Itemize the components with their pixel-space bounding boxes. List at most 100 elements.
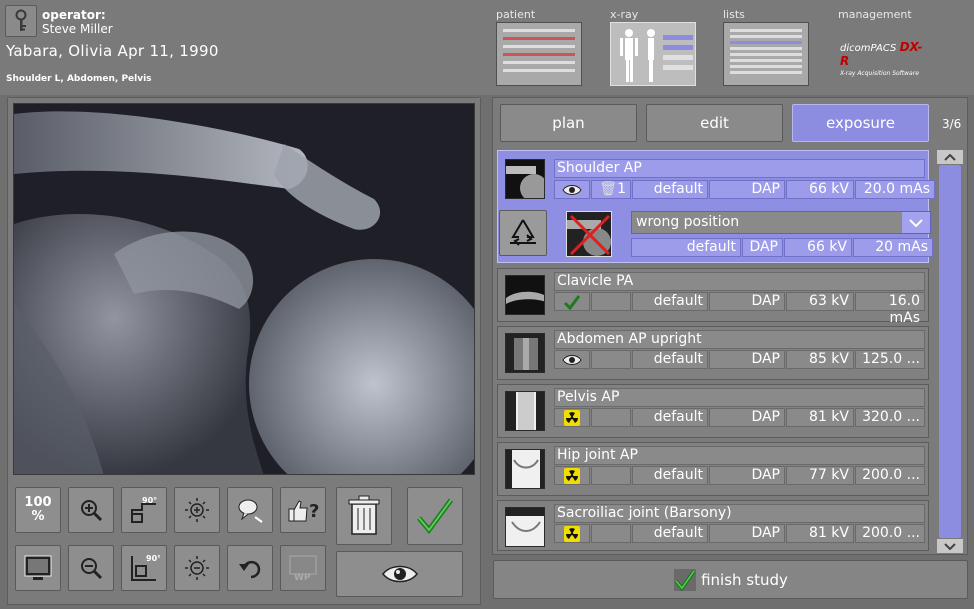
wp-button[interactable]: WP xyxy=(280,545,326,591)
body-region-hip-icon xyxy=(505,449,545,489)
patient-screen-thumbnail-icon xyxy=(496,22,582,86)
scroll-up-icon[interactable] xyxy=(937,150,963,164)
svg-text:?: ? xyxy=(309,501,319,522)
brightness-up-button[interactable] xyxy=(174,487,220,533)
exam-dose: DAP xyxy=(709,466,785,485)
exam-dose: DAP xyxy=(709,408,785,427)
exam-thumbnail xyxy=(505,275,545,315)
exam-dose: DAP xyxy=(709,292,785,311)
svg-text:90°: 90° xyxy=(146,554,160,563)
svg-text:WP: WP xyxy=(294,573,311,582)
finish-study-button[interactable]: finish study xyxy=(493,560,968,599)
exam-title: Sacroiliac joint (Barsony) xyxy=(554,504,925,523)
body-region-sacroiliac-icon xyxy=(505,507,545,547)
exam-mas: 200.0 ... xyxy=(855,466,925,485)
exam-mas: 125.0 ... xyxy=(855,350,925,369)
key-icon[interactable] xyxy=(5,5,37,37)
xray-image-viewer[interactable] xyxy=(13,103,475,475)
exam-preset: default xyxy=(632,466,708,485)
body-region-pelvis-icon xyxy=(505,391,545,431)
operator-label: operator: xyxy=(42,8,106,22)
exam-title: Hip joint AP xyxy=(554,446,925,465)
zoom-100-button[interactable]: 100% xyxy=(15,487,61,533)
exam-title: Abdomen AP upright xyxy=(554,330,925,349)
rejected-image-thumbnail[interactable] xyxy=(566,211,612,257)
exam-row-pelvis-ap[interactable]: Pelvis AP default DAP 81 kV 320.0 ... xyxy=(497,384,929,438)
nav-tab-label: patient xyxy=(496,8,536,21)
trash-small-icon: 🗑 xyxy=(599,181,618,197)
wp-icon: WP xyxy=(289,555,317,582)
undo-button[interactable] xyxy=(227,545,273,591)
exam-preset: default xyxy=(632,524,708,543)
nav-tab-patient[interactable]: patient xyxy=(496,8,582,86)
accept-image-button[interactable] xyxy=(407,487,463,545)
rejection-mas: 20 mAs xyxy=(853,238,933,257)
exam-dose: DAP xyxy=(709,524,785,543)
exam-row-hip-joint-ap[interactable]: Hip joint AP default DAP 77 kV 200.0 ... xyxy=(497,442,929,496)
trash-small-icon xyxy=(591,292,631,311)
rotate-90-button[interactable]: 90° xyxy=(121,487,167,533)
eye-icon xyxy=(381,565,418,583)
exam-row-clavicle-pa[interactable]: Clavicle PA default DAP 63 kV 16.0 mAs xyxy=(497,268,929,326)
patient-name: Yabara, Olivia Apr 11, 1990 xyxy=(6,42,219,60)
trash-small-icon xyxy=(591,350,631,369)
scroll-down-icon[interactable] xyxy=(937,539,963,553)
zoom-out-button[interactable] xyxy=(68,545,114,591)
checkmark-icon xyxy=(674,568,697,591)
radiation-icon xyxy=(554,466,590,485)
nav-tab-label: management xyxy=(838,8,912,21)
nav-tab-lists[interactable]: lists xyxy=(723,8,809,86)
annotation-button[interactable] xyxy=(227,487,273,533)
magnifier-plus-icon xyxy=(81,500,103,522)
recycle-icon xyxy=(510,219,536,246)
lists-screen-thumbnail-icon xyxy=(723,22,809,86)
exam-preset: default xyxy=(632,292,708,311)
quality-rating-button[interactable]: ? xyxy=(280,487,326,533)
chevron-down-icon[interactable] xyxy=(902,212,930,233)
brightness-down-button[interactable] xyxy=(174,545,220,591)
image-count: 🗑1 xyxy=(591,180,631,199)
rejection-reason-select[interactable]: wrong position xyxy=(631,211,931,234)
nav-tab-management[interactable]: management xyxy=(838,8,924,21)
trash-icon xyxy=(348,495,380,535)
status-eye-icon xyxy=(554,350,590,369)
sun-plus-icon xyxy=(185,498,209,522)
fit-screen-button[interactable] xyxy=(15,545,61,591)
operator-name: Steve Miller xyxy=(42,22,113,36)
exam-kv: 77 kV xyxy=(786,466,854,485)
zoom-100-label: 100 xyxy=(24,495,52,510)
exam-row-sacroiliac-joint[interactable]: Sacroiliac joint (Barsony) default DAP 8… xyxy=(497,500,929,551)
rotate-flip-button[interactable]: 90° xyxy=(121,545,167,591)
exam-title: Shoulder AP xyxy=(554,159,925,178)
exam-counter: 3/6 xyxy=(942,117,962,131)
rejection-dose: DAP xyxy=(742,238,783,257)
exam-preset: default xyxy=(632,350,708,369)
status-check-icon xyxy=(554,292,590,311)
exam-mas: 200.0 ... xyxy=(855,524,925,543)
tab-exposure[interactable]: exposure xyxy=(792,104,929,142)
status-eye-icon xyxy=(554,180,590,199)
scrollbar-thumb[interactable] xyxy=(939,165,961,538)
preview-button[interactable] xyxy=(336,551,463,597)
thumb-question-icon: ? xyxy=(288,500,319,522)
recycle-button[interactable] xyxy=(499,210,547,256)
body-figure-thumbnail-icon xyxy=(610,22,696,86)
tab-plan[interactable]: plan xyxy=(500,104,637,142)
exam-kv: 66 kV xyxy=(786,180,854,199)
exam-mas: 320.0 ... xyxy=(855,408,925,427)
exam-title: Pelvis AP xyxy=(554,388,925,407)
tab-edit[interactable]: edit xyxy=(646,104,783,142)
delete-image-button[interactable] xyxy=(336,487,392,545)
exam-description: Shoulder L, Abdomen, Pelvis xyxy=(6,74,152,84)
zoom-in-button[interactable] xyxy=(68,487,114,533)
exam-dose: DAP xyxy=(709,180,785,199)
rotate-flip-icon: 90° xyxy=(131,554,160,581)
nav-tab-xray[interactable]: x-ray xyxy=(610,8,696,86)
exam-row-abdomen-ap-upright[interactable]: Abdomen AP upright default DAP 85 kV 125… xyxy=(497,326,929,380)
exam-kv: 85 kV xyxy=(786,350,854,369)
exam-kv: 63 kV xyxy=(786,292,854,311)
rejection-preset: default xyxy=(631,238,741,257)
exam-kv: 81 kV xyxy=(786,524,854,543)
exam-preset: default xyxy=(632,408,708,427)
nav-tab-label: lists xyxy=(723,8,745,21)
